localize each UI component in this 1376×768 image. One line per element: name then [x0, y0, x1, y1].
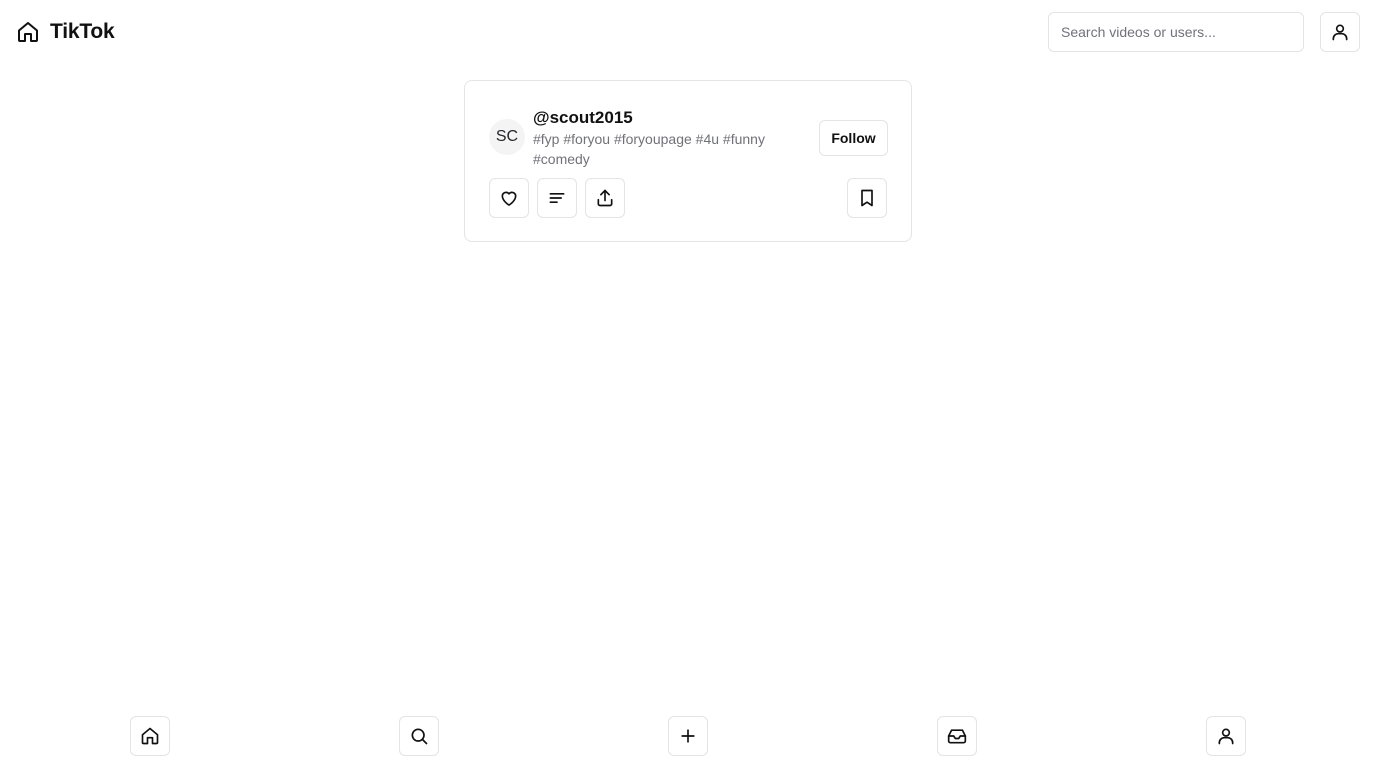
- profile-button[interactable]: [1320, 12, 1360, 52]
- comment-icon: [549, 193, 565, 203]
- comment-button[interactable]: [537, 178, 577, 218]
- nav-profile-button[interactable]: [1206, 716, 1246, 756]
- share-button[interactable]: [585, 178, 625, 218]
- bookmark-button[interactable]: [847, 178, 887, 218]
- plus-icon: [681, 729, 695, 743]
- follow-button[interactable]: Follow: [819, 120, 888, 156]
- home-icon: [18, 22, 38, 42]
- heart-icon: [501, 191, 517, 206]
- nav-search-button[interactable]: [399, 716, 439, 756]
- post-username[interactable]: @scout2015: [533, 108, 633, 128]
- user-icon: [1332, 24, 1348, 41]
- like-button[interactable]: [489, 178, 529, 218]
- home-icon: [141, 727, 159, 745]
- nav-create-button[interactable]: [668, 716, 708, 756]
- top-bar: TikTok: [0, 0, 1376, 64]
- app-title: TikTok: [50, 20, 115, 43]
- avatar[interactable]: SC: [489, 119, 525, 155]
- avatar-initials: SC: [495, 128, 519, 145]
- search-input[interactable]: [1048, 12, 1304, 52]
- search-icon: [411, 728, 428, 745]
- bookmark-icon: [861, 189, 873, 207]
- share-icon: [597, 189, 613, 207]
- brand-home-link[interactable]: TikTok: [16, 18, 115, 46]
- inbox-icon: [947, 729, 967, 744]
- video-post-card: SC @scout2015 #fyp #foryou #foryoupage #…: [464, 80, 912, 242]
- nav-inbox-button[interactable]: [937, 716, 977, 756]
- user-icon: [1218, 728, 1234, 745]
- post-caption: #fyp #foryou #foryoupage #4u #funny #com…: [533, 131, 765, 167]
- nav-home-button[interactable]: [130, 716, 170, 756]
